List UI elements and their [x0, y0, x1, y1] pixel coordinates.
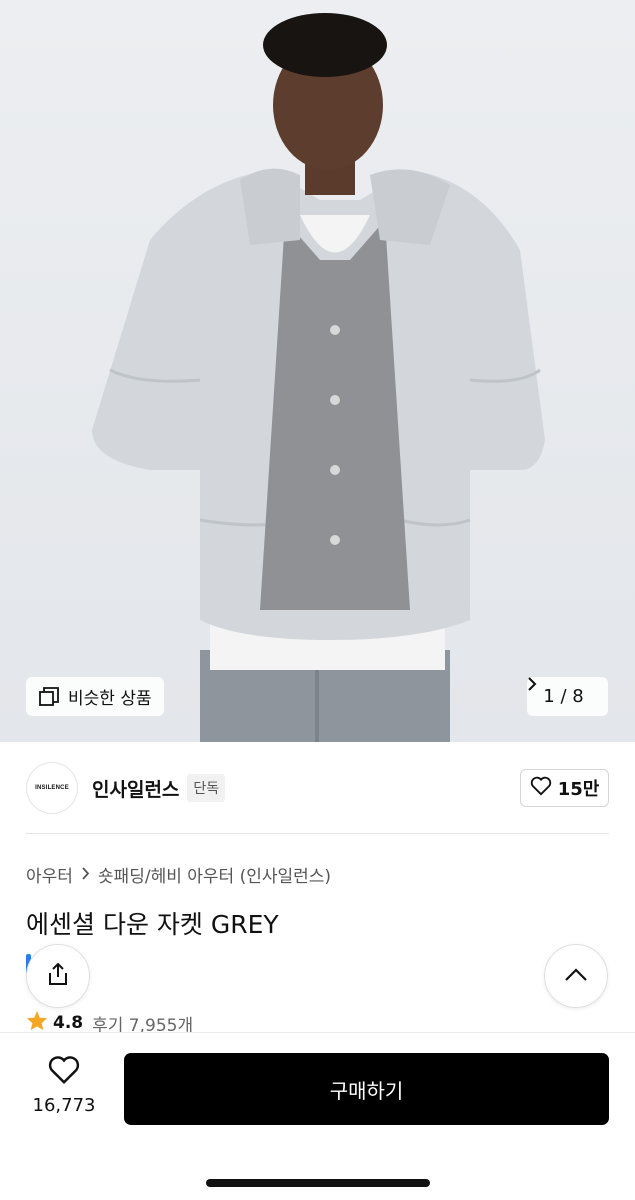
breadcrumb-separator-icon: [81, 865, 90, 885]
image-pager-text: 1 / 8: [543, 686, 584, 707]
brand-like-count: 15만: [557, 779, 600, 800]
divider: [26, 833, 609, 834]
brand-name[interactable]: 인사일런스: [92, 775, 179, 802]
brand-logo[interactable]: INSILENCE: [26, 762, 78, 814]
share-button[interactable]: [26, 944, 90, 1008]
buy-button[interactable]: 구매하기: [124, 1053, 609, 1125]
exclusive-badge: 단독: [187, 774, 226, 802]
similar-products-button[interactable]: 비슷한 상품: [26, 677, 164, 716]
scroll-top-button[interactable]: [544, 944, 608, 1008]
wishlist-button[interactable]: 16,773: [26, 1055, 102, 1116]
image-pager[interactable]: 1 / 8: [527, 677, 608, 716]
wishlist-count: 16,773: [32, 1095, 96, 1116]
product-title: 에센셜 다운 자켓 GREY: [26, 910, 279, 939]
chevron-up-icon: [564, 967, 588, 986]
similar-products-label: 비슷한 상품: [68, 689, 152, 709]
product-image[interactable]: 비슷한 상품 1 / 8: [0, 0, 635, 742]
brand-like-button[interactable]: 15만: [520, 769, 609, 807]
heart-outline-icon: [47, 1055, 81, 1089]
breadcrumb-item-category[interactable]: 숏패딩/헤비 아우터 (인사일런스): [98, 862, 331, 887]
breadcrumb: 아우터 숏패딩/헤비 아우터 (인사일런스): [26, 862, 331, 887]
brand-logo-text: INSILENCE: [35, 785, 69, 791]
share-icon: [46, 961, 70, 991]
similar-items-icon: [38, 686, 60, 708]
breadcrumb-item-outer[interactable]: 아우터: [26, 862, 73, 887]
home-indicator: [206, 1179, 430, 1187]
heart-icon: [530, 776, 552, 801]
product-photo-illustration: [92, 13, 545, 742]
rating-score: 4.8: [53, 1013, 84, 1033]
brand-row: INSILENCE 인사일런스 단독 15만: [26, 762, 609, 814]
